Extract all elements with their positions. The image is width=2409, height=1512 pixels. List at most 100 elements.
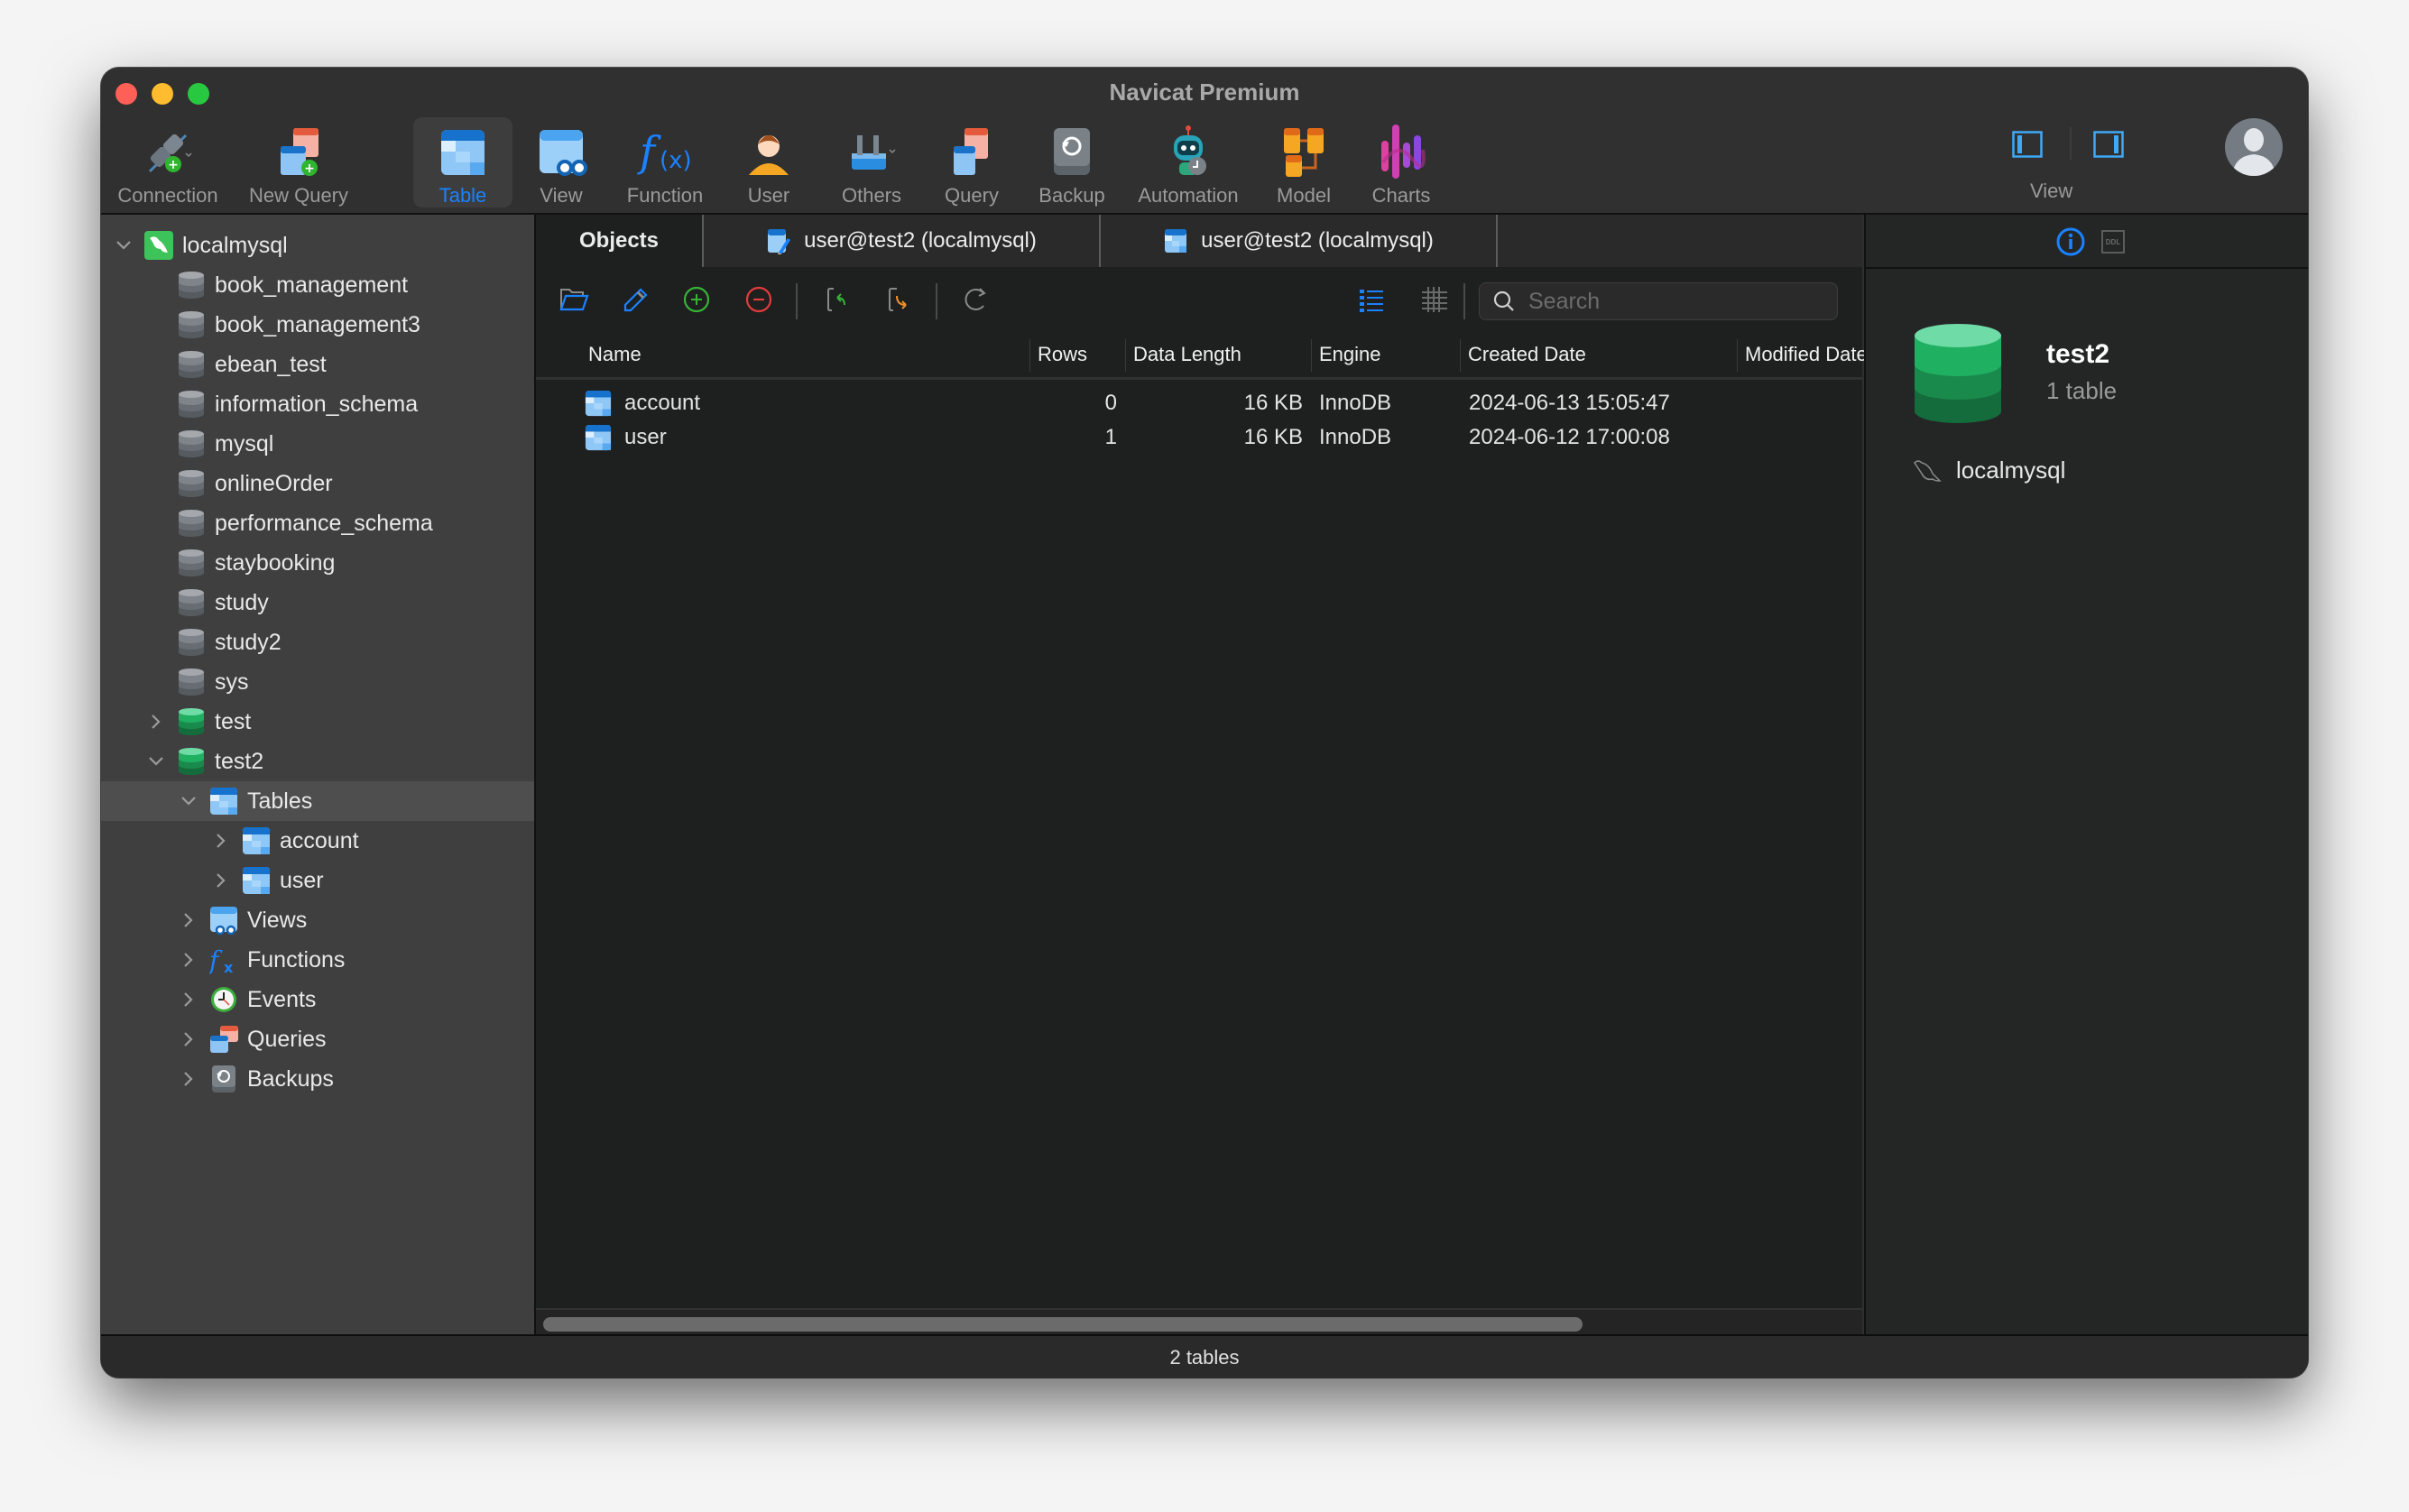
svg-text:+: + bbox=[168, 158, 179, 172]
column-header-rows[interactable]: Rows bbox=[1030, 332, 1125, 377]
column-header-name[interactable]: Name bbox=[581, 332, 942, 377]
tree-database-book-management3[interactable]: book_management3 bbox=[101, 305, 534, 345]
table-row[interactable]: user 1 16 KB InnoDB 2024-06-12 17:00:08 bbox=[536, 420, 1862, 455]
table-design-icon bbox=[768, 229, 791, 254]
svg-text:f: f bbox=[209, 945, 223, 974]
ddl-tab[interactable]: DDL bbox=[2101, 230, 2125, 254]
column-header-created-date[interactable]: Created Date bbox=[1461, 332, 1737, 377]
view-icon bbox=[532, 123, 590, 180]
tree-table-user[interactable]: user bbox=[101, 861, 534, 900]
tree-backups-folder[interactable]: Backups bbox=[101, 1059, 534, 1099]
database-icon bbox=[177, 588, 206, 617]
toolbar-others-button[interactable]: Others bbox=[826, 117, 917, 207]
objects-search-input[interactable] bbox=[1527, 287, 1828, 316]
tree-database-test[interactable]: test bbox=[101, 702, 534, 742]
tree-item-label: Tables bbox=[247, 788, 313, 814]
toolbar-charts-button[interactable]: Charts bbox=[1362, 117, 1440, 207]
objects-search[interactable] bbox=[1479, 282, 1838, 320]
toolbar-automation-button[interactable]: Automation bbox=[1121, 117, 1256, 207]
chevron-right-icon[interactable] bbox=[146, 712, 166, 732]
tree-database-mysql[interactable]: mysql bbox=[101, 424, 534, 464]
chevron-down-icon[interactable] bbox=[179, 791, 198, 811]
functions-folder-icon: fx bbox=[209, 945, 238, 974]
export-icon bbox=[889, 288, 907, 311]
tree-database-book-management[interactable]: book_management bbox=[101, 265, 534, 305]
toolbar-view-button[interactable]: View bbox=[525, 117, 597, 207]
tab-user-data[interactable]: user@test2 (localmysql) bbox=[1101, 215, 1498, 267]
tree-connection-localmysql[interactable]: localmysql bbox=[101, 226, 534, 265]
refresh-button[interactable] bbox=[960, 283, 992, 316]
toolbar-query-button[interactable]: Query bbox=[931, 117, 1012, 207]
tree-database-onlineOrder[interactable]: onlineOrder bbox=[101, 464, 534, 503]
tree-database-sys[interactable]: sys bbox=[101, 662, 534, 702]
tree-table-account[interactable]: account bbox=[101, 821, 534, 861]
tree-database-information-schema[interactable]: information_schema bbox=[101, 384, 534, 424]
chevron-right-icon[interactable] bbox=[211, 871, 231, 890]
tree-item-label: study2 bbox=[215, 629, 282, 655]
column-header-engine[interactable]: Engine bbox=[1312, 332, 1461, 377]
design-table-button[interactable] bbox=[619, 283, 651, 316]
info-tab[interactable] bbox=[2055, 226, 2086, 257]
delete-table-button[interactable] bbox=[743, 283, 775, 316]
chevron-right-icon[interactable] bbox=[179, 910, 198, 930]
toolbar-model-button[interactable]: Model bbox=[1265, 117, 1343, 207]
tree-events-folder[interactable]: Events bbox=[101, 980, 534, 1019]
tree-database-staybooking[interactable]: staybooking bbox=[101, 543, 534, 583]
tab-user-design[interactable]: user@test2 (localmysql) bbox=[704, 215, 1101, 267]
automation-robot-icon bbox=[1159, 123, 1217, 180]
toggle-right-pane-button[interactable] bbox=[2093, 131, 2124, 158]
import-wizard-button[interactable] bbox=[821, 283, 854, 316]
toolbar-new-query-button[interactable]: + New Query bbox=[244, 117, 354, 207]
new-table-button[interactable] bbox=[680, 283, 713, 316]
chevron-right-icon[interactable] bbox=[211, 831, 231, 851]
chevron-down-icon[interactable] bbox=[114, 235, 134, 255]
tree-database-ebean-test[interactable]: ebean_test bbox=[101, 345, 534, 384]
toolbar-user-button[interactable]: User bbox=[733, 117, 805, 207]
horizontal-scrollbar[interactable] bbox=[536, 1308, 1862, 1336]
toolbar-table-button[interactable]: Table bbox=[413, 117, 512, 207]
scrollbar-thumb[interactable] bbox=[543, 1317, 1583, 1332]
column-header-data-length[interactable]: Data Length bbox=[1126, 332, 1311, 377]
tab-strip: Objects user@test2 (localmysql) user@tes… bbox=[536, 215, 1862, 267]
chevron-right-icon[interactable] bbox=[179, 1069, 198, 1089]
cell-created-date: 2024-06-12 17:00:08 bbox=[1469, 425, 1670, 449]
database-icon bbox=[177, 509, 206, 538]
tree-item-label: Backups bbox=[247, 1065, 334, 1092]
tree-database-performance-schema[interactable]: performance_schema bbox=[101, 503, 534, 543]
cell-created-date: 2024-06-13 15:05:47 bbox=[1469, 391, 1670, 415]
database-icon bbox=[177, 668, 206, 696]
table-icon bbox=[242, 866, 271, 895]
chevron-down-icon[interactable] bbox=[146, 751, 166, 771]
toolbar-connection-button[interactable]: + Connection bbox=[110, 117, 226, 207]
toggle-left-pane-button[interactable] bbox=[2012, 131, 2043, 158]
toolbar-backup-button[interactable]: Backup bbox=[1029, 117, 1115, 207]
list-view-button[interactable] bbox=[1355, 283, 1388, 316]
toolbar-function-button[interactable]: f (x) Function bbox=[615, 117, 715, 207]
tree-database-study2[interactable]: study2 bbox=[101, 622, 534, 662]
tree-views-folder[interactable]: Views bbox=[101, 900, 534, 940]
tree-functions-folder[interactable]: f x Functions bbox=[101, 940, 534, 980]
table-icon bbox=[1165, 229, 1187, 253]
mysql-connection-icon bbox=[144, 231, 173, 260]
grid-view-button[interactable] bbox=[1418, 283, 1451, 316]
backups-folder-icon bbox=[209, 1065, 238, 1093]
view-layout-group: View bbox=[2012, 124, 2156, 205]
chevron-right-icon[interactable] bbox=[179, 950, 198, 970]
tree-tables-folder[interactable]: Tables bbox=[101, 781, 534, 821]
export-wizard-button[interactable] bbox=[882, 283, 915, 316]
tree-item-label: test2 bbox=[215, 748, 264, 774]
tree-database-test2[interactable]: test2 bbox=[101, 742, 534, 781]
user-icon bbox=[740, 123, 798, 180]
chevron-right-icon[interactable] bbox=[179, 1029, 198, 1049]
table-row[interactable]: account 0 16 KB InnoDB 2024-06-13 15:05:47 bbox=[536, 386, 1862, 420]
user-avatar[interactable] bbox=[2225, 118, 2283, 176]
remove-circle-icon bbox=[745, 286, 772, 313]
tab-objects[interactable]: Objects bbox=[536, 215, 704, 267]
tree-queries-folder[interactable]: Queries bbox=[101, 1019, 534, 1059]
chevron-right-icon[interactable] bbox=[179, 990, 198, 1010]
open-table-button[interactable] bbox=[558, 283, 590, 316]
cell-engine: InnoDB bbox=[1319, 425, 1392, 449]
tree-database-study[interactable]: study bbox=[101, 583, 534, 622]
